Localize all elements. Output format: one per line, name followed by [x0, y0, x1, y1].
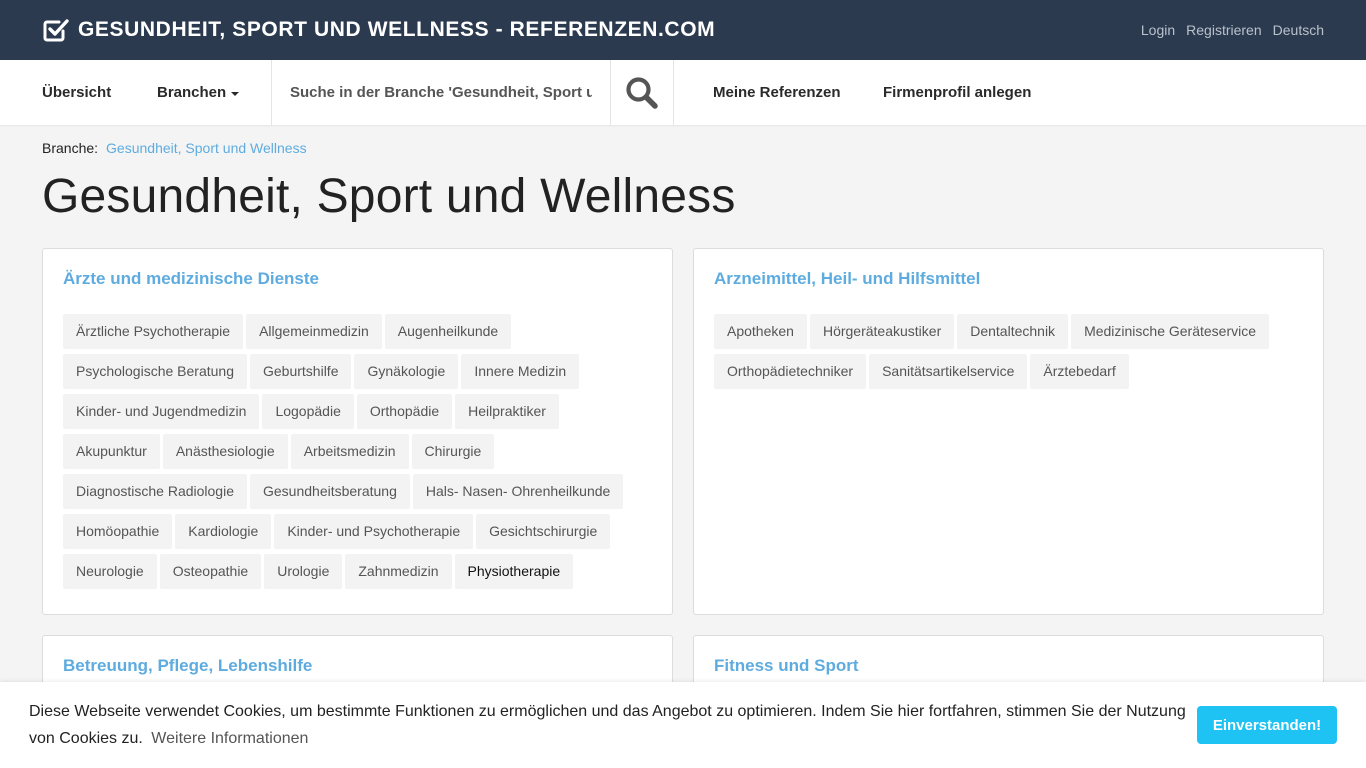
breadcrumb: Branche: Gesundheit, Sport und Wellness: [42, 125, 1324, 156]
tag-link[interactable]: Hals- Nasen- Ohrenheilkunde: [412, 474, 624, 509]
tag-link[interactable]: Ärztliche Psychotherapie: [63, 314, 244, 349]
tag-link[interactable]: Innere Medizin: [461, 354, 580, 389]
tag-link[interactable]: Kinder- und Psychotherapie: [274, 514, 474, 549]
tag-link[interactable]: Kinder- und Jugendmedizin: [63, 394, 260, 429]
page-title: Gesundheit, Sport und Wellness: [42, 170, 736, 223]
login-link[interactable]: Login: [1141, 22, 1175, 38]
category-title-link[interactable]: Betreuung, Pflege, Lebenshilfe: [63, 656, 312, 676]
category-grid: Ärzte und medizinische Dienste Ärztliche…: [42, 248, 1324, 735]
tag-link[interactable]: Orthopädie: [356, 394, 453, 429]
tag-link[interactable]: Urologie: [264, 554, 343, 589]
tag-link[interactable]: Augenheilkunde: [384, 314, 512, 349]
tag-link[interactable]: Arbeitsmedizin: [290, 434, 409, 469]
tag-link[interactable]: Anästhesiologie: [162, 434, 288, 469]
tag-link[interactable]: Medizinische Geräteservice: [1071, 314, 1270, 349]
tag-link[interactable]: Apotheken: [714, 314, 807, 349]
tag-link[interactable]: Ärztebedarf: [1030, 354, 1129, 389]
account-links: Login Registrieren Deutsch: [1141, 22, 1324, 38]
tag-link[interactable]: Dentaltechnik: [957, 314, 1069, 349]
main-content: Branche: Gesundheit, Sport und Wellness …: [0, 125, 1366, 735]
nav-create-profile[interactable]: Firmenprofil anlegen: [883, 60, 1031, 125]
tag-link[interactable]: Diagnostische Radiologie: [63, 474, 247, 509]
tag-list: Apotheken Hörgeräteakustiker Dentaltechn…: [714, 314, 1303, 389]
register-link[interactable]: Registrieren: [1186, 22, 1261, 38]
brand-link[interactable]: GESUNDHEIT, SPORT UND WELLNESS - REFEREN…: [42, 16, 715, 44]
nav-branches-dropdown[interactable]: Branchen: [157, 60, 271, 125]
tag-link[interactable]: Gesundheitsberatung: [250, 474, 410, 509]
category-title-link[interactable]: Fitness und Sport: [714, 656, 859, 676]
category-title-link[interactable]: Arzneimittel, Heil- und Hilfsmittel: [714, 269, 980, 289]
tag-link[interactable]: Chirurgie: [411, 434, 495, 469]
search-form: [271, 60, 674, 125]
cookie-message: Diese Webseite verwendet Cookies, um bes…: [29, 698, 1189, 752]
cookie-accept-button[interactable]: Einverstanden!: [1197, 706, 1337, 744]
tag-link[interactable]: Neurologie: [63, 554, 157, 589]
tag-link[interactable]: Kardiologie: [175, 514, 272, 549]
tag-link[interactable]: Akupunktur: [63, 434, 160, 469]
tag-link[interactable]: Geburtshilfe: [250, 354, 352, 389]
category-card: Arzneimittel, Heil- und Hilfsmittel Apot…: [693, 248, 1324, 615]
tag-link[interactable]: Sanitätsartikelservice: [869, 354, 1028, 389]
caret-down-icon: [231, 91, 240, 96]
category-card: Ärzte und medizinische Dienste Ärztliche…: [42, 248, 673, 615]
tag-link[interactable]: Homöopathie: [63, 514, 173, 549]
nav-branches-label: Branchen: [157, 84, 227, 101]
top-bar: GESUNDHEIT, SPORT UND WELLNESS - REFEREN…: [0, 0, 1366, 60]
breadcrumb-label: Branche:: [42, 140, 99, 156]
tag-list: Ärztliche Psychotherapie Allgemeinmedizi…: [63, 314, 652, 589]
search-input[interactable]: [272, 60, 611, 125]
checkbox-check-icon: [43, 19, 69, 42]
nav-my-references[interactable]: Meine Referenzen: [674, 60, 883, 125]
category-title-link[interactable]: Ärzte und medizinische Dienste: [63, 269, 319, 289]
tag-link[interactable]: Gesichtschirurgie: [476, 514, 611, 549]
language-link[interactable]: Deutsch: [1273, 22, 1324, 38]
tag-link[interactable]: Hörgeräteakustiker: [809, 314, 955, 349]
tag-link[interactable]: Heilpraktiker: [455, 394, 559, 429]
cookie-more-info-link[interactable]: Weitere Informationen: [151, 730, 308, 747]
tag-link[interactable]: Logopädie: [262, 394, 354, 429]
tag-link[interactable]: Gynäkologie: [354, 354, 459, 389]
tag-link[interactable]: Psychologische Beratung: [63, 354, 247, 389]
brand-title: GESUNDHEIT, SPORT UND WELLNESS - REFEREN…: [78, 18, 716, 41]
nav-overview[interactable]: Übersicht: [0, 60, 157, 125]
search-icon: [626, 76, 658, 109]
tag-link[interactable]: Zahnmedizin: [345, 554, 452, 589]
search-button[interactable]: [611, 60, 673, 125]
cookie-banner: Diese Webseite verwendet Cookies, um bes…: [0, 682, 1366, 768]
tag-link[interactable]: Allgemeinmedizin: [246, 314, 382, 349]
tag-link[interactable]: Orthopädietechniker: [714, 354, 867, 389]
main-nav: Übersicht Branchen Meine Referenzen Firm…: [0, 60, 1366, 125]
breadcrumb-current-link[interactable]: Gesundheit, Sport und Wellness: [106, 140, 307, 156]
tag-link-active[interactable]: Physiotherapie: [454, 554, 574, 589]
tag-link[interactable]: Osteopathie: [159, 554, 262, 589]
